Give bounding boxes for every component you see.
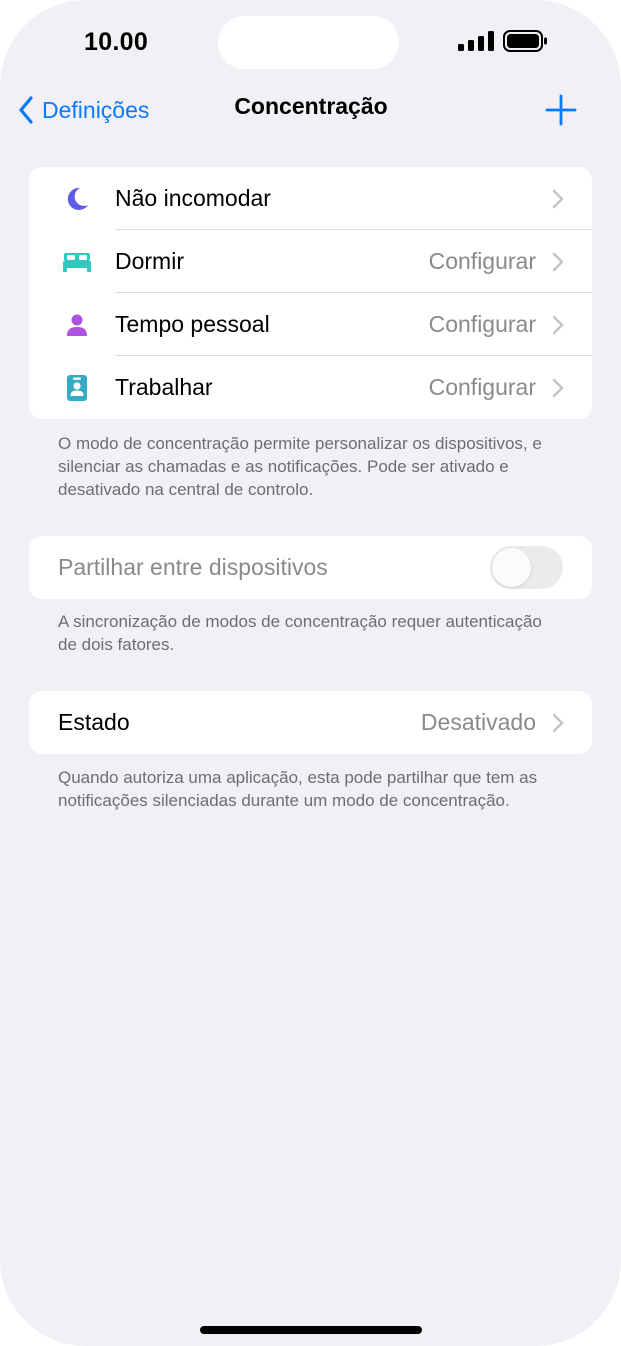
back-button[interactable]: Definições bbox=[18, 90, 149, 130]
share-footnote: A sincronização de modos de concentração… bbox=[58, 612, 542, 654]
chevron-right-icon bbox=[552, 315, 564, 334]
page-title: Concentração bbox=[234, 93, 388, 119]
focus-status-footnote: Quando autoriza uma aplicação, esta pode… bbox=[58, 768, 538, 810]
focus-mode-value: Configurar bbox=[428, 374, 536, 400]
cellular-signal-icon bbox=[458, 31, 494, 51]
focus-mode-label: Tempo pessoal bbox=[115, 311, 270, 337]
focus-modes-list: Não incomodar Dormir Configurar Tempo pe… bbox=[29, 167, 592, 419]
chevron-right-icon bbox=[552, 713, 564, 732]
share-across-devices-label: Partilhar entre dispositivos bbox=[58, 554, 328, 580]
chevron-right-icon bbox=[552, 378, 564, 397]
share-across-devices-toggle[interactable] bbox=[490, 546, 563, 589]
battery-icon bbox=[503, 30, 547, 52]
home-indicator[interactable] bbox=[200, 1326, 422, 1334]
share-across-devices-group: Partilhar entre dispositivos bbox=[29, 536, 592, 599]
focus-mode-value: Configurar bbox=[428, 311, 536, 337]
bed-icon bbox=[59, 244, 95, 280]
focus-status-label: Estado bbox=[58, 709, 130, 735]
moon-icon bbox=[59, 181, 95, 217]
id-badge-icon bbox=[59, 370, 95, 406]
focus-mode-value: Configurar bbox=[428, 248, 536, 274]
chevron-left-icon bbox=[19, 96, 33, 124]
focus-modes-footnote: O modo de concentração permite personali… bbox=[58, 434, 542, 499]
focus-mode-do-not-disturb[interactable]: Não incomodar bbox=[29, 167, 592, 230]
focus-mode-label: Não incomodar bbox=[115, 185, 271, 211]
focus-mode-work[interactable]: Trabalhar Configurar bbox=[29, 356, 592, 419]
toggle-knob bbox=[492, 548, 531, 587]
chevron-right-icon bbox=[552, 252, 564, 271]
status-time: 10.00 bbox=[84, 28, 149, 56]
focus-mode-sleep[interactable]: Dormir Configurar bbox=[29, 230, 592, 293]
focus-mode-personal[interactable]: Tempo pessoal Configurar bbox=[29, 293, 592, 356]
dynamic-island bbox=[218, 16, 399, 69]
back-button-label: Definições bbox=[42, 96, 150, 123]
focus-mode-label: Trabalhar bbox=[115, 374, 213, 400]
focus-mode-label: Dormir bbox=[115, 248, 184, 274]
focus-status-row[interactable]: Estado Desativado bbox=[29, 691, 592, 754]
phone-screen: 10.00 Definições Concentração Não incomo bbox=[0, 0, 621, 1346]
focus-status-value: Desativado bbox=[420, 709, 536, 735]
share-across-devices-row: Partilhar entre dispositivos bbox=[29, 536, 592, 599]
person-icon bbox=[59, 307, 95, 343]
plus-icon[interactable] bbox=[541, 90, 581, 130]
focus-status-group: Estado Desativado bbox=[29, 691, 592, 754]
chevron-right-icon bbox=[552, 189, 564, 208]
